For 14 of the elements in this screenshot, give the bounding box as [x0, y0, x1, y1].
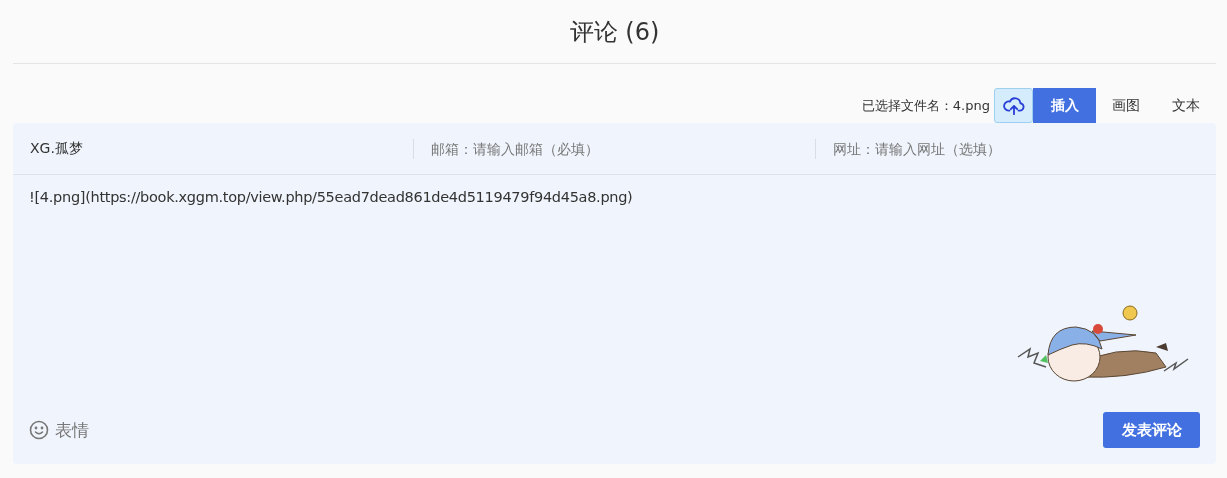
editor-tab[interactable]: 画图 [1096, 88, 1156, 123]
upload-button[interactable] [994, 88, 1033, 123]
email-field[interactable]: 邮箱：请输入邮箱（必填） [413, 138, 815, 159]
editor-tab[interactable]: 插入 [1033, 88, 1096, 123]
cloud-upload-icon [1002, 95, 1025, 116]
emoji-button[interactable]: 表情 [29, 418, 89, 442]
section-title: 评论 (6) [569, 16, 660, 48]
nickname-field[interactable]: XG.孤梦 [13, 138, 414, 159]
editor-tab[interactable]: 文本 [1156, 88, 1216, 123]
website-field[interactable]: 网址：请输入网址（选填） [814, 138, 1216, 159]
selected-file-label: 已选择文件名：4.png [861, 96, 990, 115]
smiley-icon [29, 420, 49, 440]
comment-field[interactable]: ![4.png](https://book.xggm.top/view.php/55ead7dead861de4d5119479f94d45a8.png) [13, 175, 1216, 412]
submit-button[interactable]: 发表评论 [1103, 412, 1200, 448]
